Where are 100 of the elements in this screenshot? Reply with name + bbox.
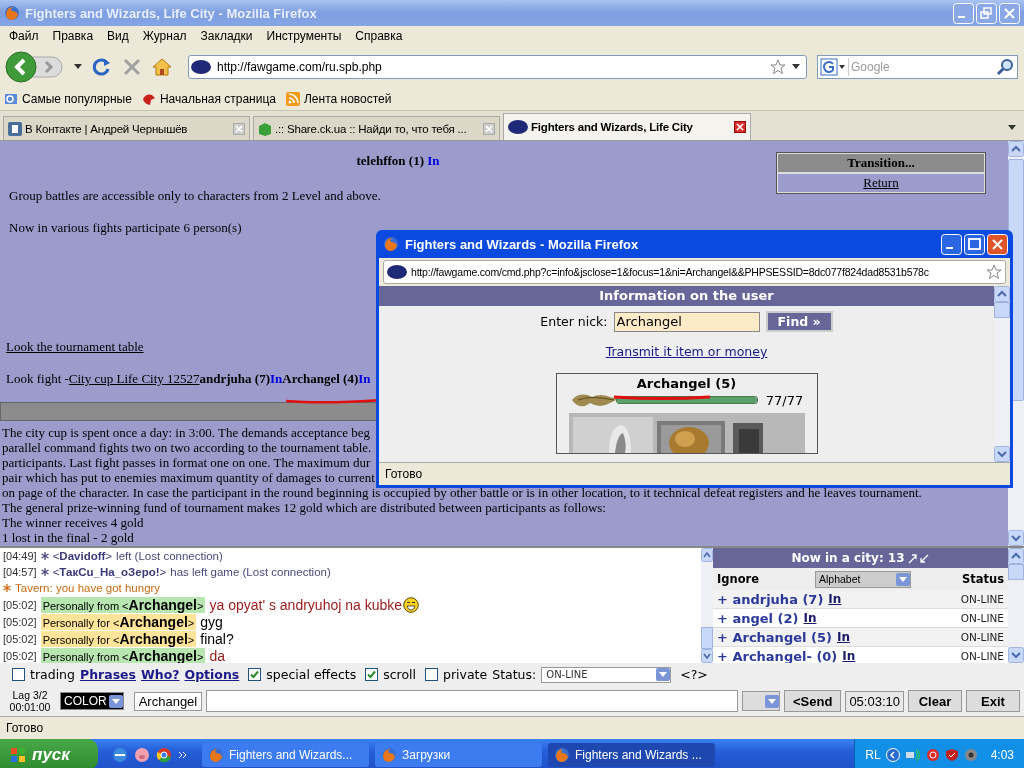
scrollbar[interactable] (1008, 548, 1024, 663)
message-field[interactable] (206, 690, 738, 712)
search-field[interactable]: Google (817, 55, 1018, 79)
bookmark-item[interactable]: Самые популярные (22, 92, 132, 106)
menu-item[interactable]: Инструменты (259, 29, 349, 43)
browser-tab[interactable]: Fighters and Wizards, Life City (503, 113, 751, 140)
menu-item[interactable]: Журнал (135, 29, 194, 43)
checkbox[interactable] (12, 668, 25, 681)
close-button[interactable] (987, 233, 1008, 255)
address-field[interactable]: http://fawgame.com/ru.spb.php (188, 55, 807, 79)
checkbox[interactable] (248, 668, 262, 681)
dropdown-button[interactable] (108, 694, 123, 708)
menu-item[interactable]: Закладки (193, 29, 260, 43)
stop-sign-icon[interactable] (925, 747, 940, 762)
checkbox[interactable] (425, 668, 438, 681)
maximize-button[interactable] (964, 233, 985, 255)
scroll-up-button[interactable] (994, 286, 1010, 302)
scroll-thumb[interactable] (994, 302, 1010, 318)
in-link[interactable]: In (803, 611, 817, 625)
menu-item[interactable]: Вид (100, 29, 136, 43)
bookmark-item[interactable]: Лента новостей (304, 92, 392, 106)
checkbox-label[interactable]: trading (30, 667, 75, 682)
scroll-down-button[interactable] (1008, 647, 1024, 663)
reload-icon[interactable] (92, 57, 112, 77)
menu-item[interactable]: Файл (2, 29, 46, 43)
scroll-up-button[interactable] (1008, 141, 1024, 157)
phrase-select[interactable] (742, 691, 780, 711)
user-name[interactable]: + Archangel (5) (717, 629, 832, 645)
in-link[interactable]: In (828, 592, 842, 606)
network-icon[interactable] (904, 747, 921, 762)
minimize-button[interactable] (941, 233, 962, 255)
message-tag[interactable]: Personally for <Archangel> (40, 613, 197, 630)
scroll-up-button[interactable] (1008, 548, 1024, 564)
nick-field[interactable]: Archangel (613, 311, 760, 332)
checkbox-label[interactable]: private (443, 667, 488, 682)
browser-tab[interactable]: В Контакте | Андрей Чернышёв (3, 116, 250, 140)
address-field[interactable]: http://fawgame.com/cmd.php?c=info&jsclose=1&focus=1&ni=Archangel&&PHPSESSID=8dc077f824dad8531b578c (383, 260, 1006, 284)
message-tag[interactable]: Personally for <Archangel> (40, 630, 197, 647)
taskbar-button[interactable]: Загрузки (375, 742, 542, 767)
checkbox[interactable] (365, 668, 379, 681)
arrows-icon[interactable] (907, 552, 930, 564)
scrollbar[interactable] (994, 286, 1010, 462)
in-link[interactable]: In (358, 371, 371, 386)
in-link[interactable]: In (842, 649, 856, 663)
home-icon[interactable] (152, 57, 172, 77)
scroll-down-button[interactable] (1008, 530, 1024, 546)
expand-icon[interactable] (885, 747, 900, 762)
in-link[interactable]: In (427, 153, 440, 168)
return-link[interactable]: Return (863, 175, 899, 190)
scrollbar[interactable] (701, 548, 713, 663)
user-name[interactable]: + Archangel- (0) (717, 648, 838, 664)
color-select[interactable]: COLOR (60, 692, 124, 710)
option-link[interactable]: Phrases (79, 667, 136, 682)
nick-name[interactable]: <Davidoff> (52, 550, 113, 562)
dropdown-icon[interactable] (792, 64, 800, 70)
user-name[interactable]: + angel (2) (717, 610, 799, 626)
message-tag[interactable]: Personally from <Archangel> (40, 596, 206, 613)
close-icon[interactable] (734, 121, 746, 133)
user-name[interactable]: + andrjuha (7) (717, 591, 824, 607)
option-link[interactable]: Options (184, 667, 240, 682)
find-button[interactable]: Find » (765, 311, 833, 332)
help-link[interactable]: <?> (680, 667, 708, 682)
search-engine-icon[interactable] (818, 58, 849, 76)
scroll-down-button[interactable] (701, 649, 713, 663)
nick-name[interactable]: <ТакСu_На_оЗеро!> (52, 566, 167, 578)
checkbox-label[interactable]: scroll (383, 667, 416, 682)
send-button[interactable]: <Send (784, 690, 842, 712)
checkbox-label[interactable]: special effects (266, 667, 357, 682)
dropdown-icon[interactable] (74, 64, 82, 70)
restore-button[interactable] (976, 2, 997, 24)
start-button[interactable]: пуск (0, 739, 98, 768)
bookmark-item[interactable]: Начальная страница (159, 92, 276, 106)
transmit-link[interactable]: Transmit it item or money (605, 344, 768, 359)
scroll-up-button[interactable] (701, 548, 713, 562)
chat-button[interactable]: Exit (966, 690, 1020, 712)
taskbar-button[interactable]: Fighters and Wizards ... (548, 742, 715, 767)
browser-tab[interactable]: .:: Share.ck.ua :: Найди то, что тебя ... (253, 116, 500, 140)
rss-icon[interactable] (286, 92, 300, 106)
status-select[interactable]: ON-LINE (541, 666, 672, 683)
message-tag[interactable]: Personally from <Archangel> (40, 647, 206, 663)
scroll-thumb[interactable] (701, 627, 713, 649)
scroll-down-button[interactable] (994, 446, 1010, 462)
chat-button[interactable]: Clear (908, 690, 962, 712)
chevron-icon[interactable] (178, 750, 188, 759)
fight-link[interactable]: City cup Life City 12527 (68, 371, 200, 386)
tab-list-icon[interactable] (1008, 125, 1016, 131)
search-icon[interactable] (996, 58, 1014, 76)
stop-icon[interactable] (122, 57, 142, 77)
scroll-thumb[interactable] (1008, 564, 1024, 580)
in-link[interactable]: In (836, 630, 850, 644)
star-icon[interactable] (986, 264, 1002, 280)
taskbar-button[interactable]: Fighters and Wizards... (202, 742, 369, 767)
in-link[interactable]: In (270, 371, 283, 386)
sort-select[interactable]: Alphabet (815, 570, 911, 588)
option-link[interactable]: Who? (141, 667, 180, 682)
tournament-table-link[interactable]: Look the tournament table (6, 339, 144, 354)
round-app-icon[interactable] (156, 746, 172, 763)
shield-icon[interactable] (944, 747, 959, 762)
back-forward-button[interactable] (4, 50, 64, 84)
star-icon[interactable] (770, 59, 786, 75)
